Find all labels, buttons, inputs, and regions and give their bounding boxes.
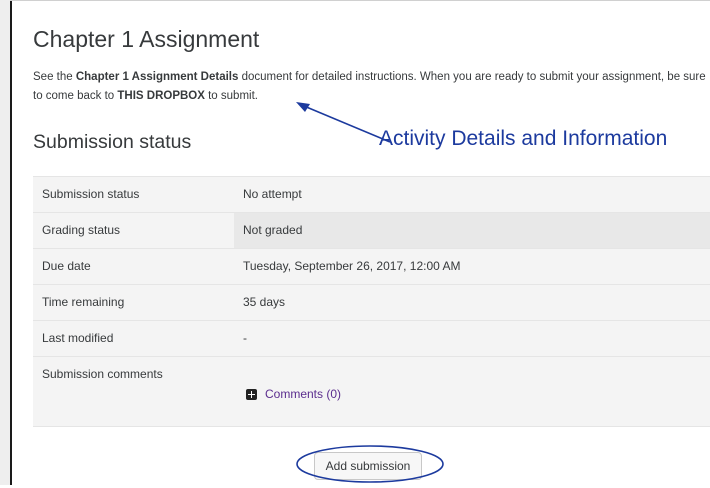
section-heading: Submission status <box>33 131 192 153</box>
row-label: Time remaining <box>42 295 125 309</box>
comments-toggle[interactable]: Comments (0) <box>246 387 341 401</box>
row-label: Last modified <box>42 331 114 345</box>
table-row: Due date Tuesday, September 26, 2017, 12… <box>33 249 710 285</box>
table-row: Last modified - <box>33 321 710 357</box>
dropbox-name: THIS DROPBOX <box>117 90 205 102</box>
annotation-arrow <box>296 102 391 143</box>
assignment-content: Chapter 1 Assignment See the Chapter 1 A… <box>12 0 710 485</box>
page-title: Chapter 1 Assignment <box>33 26 260 52</box>
table-row: Submission status No attempt <box>33 177 710 213</box>
annotation-label: Activity Details and Information <box>379 127 668 150</box>
row-value: 35 days <box>243 295 286 309</box>
row-value: - <box>243 331 247 345</box>
row-label: Due date <box>42 259 91 273</box>
table-row: Time remaining 35 days <box>33 285 710 321</box>
row-value: Tuesday, September 26, 2017, 12:00 AM <box>243 259 461 273</box>
table-row: Grading status Not graded <box>33 213 710 249</box>
table-row: Submission comments Comments (0) <box>33 357 710 427</box>
row-label: Grading status <box>42 223 121 237</box>
comments-link[interactable]: Comments (0) <box>265 387 341 401</box>
row-label: Submission status <box>42 187 140 201</box>
row-label: Submission comments <box>42 367 163 381</box>
plus-square-icon[interactable] <box>246 388 257 400</box>
add-submission-button[interactable]: Add submission <box>314 452 422 480</box>
row-value: No attempt <box>243 187 302 201</box>
submission-status-table: Submission status No attempt Grading sta… <box>33 176 710 427</box>
left-gutter <box>0 0 10 485</box>
row-value: Comments (0) <box>234 357 710 426</box>
details-document-name: Chapter 1 Assignment Details <box>75 71 239 83</box>
row-value: Not graded <box>234 213 710 248</box>
